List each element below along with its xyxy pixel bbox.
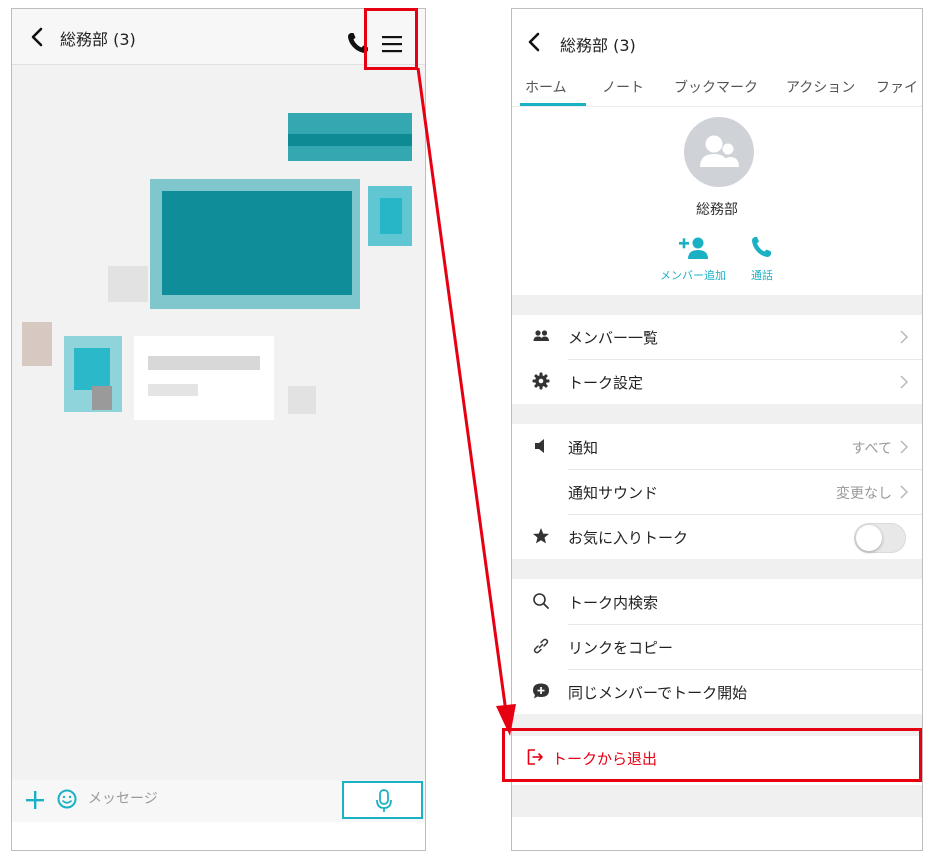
blurred-timestamp <box>108 266 148 302</box>
active-tab-indicator <box>520 103 586 106</box>
group-avatar-icon <box>700 135 739 167</box>
group-avatar <box>684 117 754 187</box>
search-icon <box>533 593 549 609</box>
talk-settings-label: トーク設定 <box>568 374 644 392</box>
chevron-right-icon <box>900 485 908 499</box>
blurred-avatar <box>22 322 52 366</box>
notification-sound-label: 通知サウンド <box>568 484 659 502</box>
blurred-message-bubble <box>288 134 412 146</box>
tab-bookmark[interactable]: ブックマーク <box>674 77 758 97</box>
copy-link-row[interactable]: リンクをコピー <box>512 625 922 669</box>
menu-title: 総務部 (3) <box>560 36 636 55</box>
tab-home[interactable]: ホーム <box>525 77 567 97</box>
chat-screen: 総務部 (3) <box>11 8 426 851</box>
member-list-label: メンバー一覧 <box>568 329 659 347</box>
chevron-right-icon <box>900 330 908 344</box>
blurred-message-bubble <box>134 336 274 420</box>
talk-settings-row[interactable]: トーク設定 <box>512 360 922 404</box>
phone-icon <box>752 237 771 257</box>
menu-tabs: ホーム ノート ブックマーク アクション ファイ <box>512 71 922 107</box>
section-separator <box>512 559 922 579</box>
chevron-right-icon <box>900 440 908 454</box>
tab-file[interactable]: ファイ <box>876 77 918 97</box>
bottom-spacer <box>12 822 425 850</box>
emoji-icon[interactable] <box>56 788 78 810</box>
blurred-avatar <box>74 348 110 390</box>
tab-note[interactable]: ノート <box>602 77 644 97</box>
section-separator <box>512 295 922 315</box>
blurred-avatar <box>380 198 402 234</box>
talk-menu-screen: 総務部 (3) ホーム ノート ブックマーク アクション ファイ 総務部 メンバ… <box>511 8 923 851</box>
chat-plus-icon <box>533 683 549 699</box>
start-talk-row[interactable]: 同じメンバーでトーク開始 <box>512 670 922 714</box>
bottom-spacer <box>512 785 922 817</box>
blurred-message-bubble <box>148 384 198 396</box>
call-label: 通話 <box>751 269 773 282</box>
message-input-bar <box>12 780 425 822</box>
microphone-icon <box>376 789 392 812</box>
notification-row[interactable]: 通知 すべて <box>512 425 922 469</box>
group-name: 総務部 <box>696 202 738 218</box>
gear-icon <box>532 372 550 390</box>
message-list <box>12 66 425 780</box>
search-in-talk-row[interactable]: トーク内検索 <box>512 580 922 624</box>
notification-label: 通知 <box>568 439 599 457</box>
back-icon[interactable] <box>524 30 544 54</box>
search-in-talk-label: トーク内検索 <box>568 594 659 612</box>
group-profile: 総務部 メンバー追加 通話 <box>512 107 922 295</box>
copy-link-label: リンクをコピー <box>568 639 674 657</box>
chat-title: 総務部 (3) <box>60 30 136 49</box>
message-input[interactable] <box>88 788 318 810</box>
blurred-timestamp <box>288 386 316 414</box>
menu-button-highlight <box>364 8 418 70</box>
notification-value: すべて <box>851 441 892 457</box>
start-talk-label: 同じメンバーでトーク開始 <box>568 684 748 702</box>
section-separator <box>512 404 922 424</box>
member-list-row[interactable]: メンバー一覧 <box>512 315 922 359</box>
blurred-message-bubble <box>148 356 260 370</box>
voice-input-button[interactable] <box>342 781 423 819</box>
blurred-message-bubble <box>162 191 352 295</box>
tab-action[interactable]: アクション <box>786 77 855 97</box>
chevron-right-icon <box>900 375 908 389</box>
favorite-talk-label: お気に入りトーク <box>568 529 689 547</box>
plus-icon[interactable] <box>24 786 46 814</box>
blurred-avatar <box>92 386 112 410</box>
notification-sound-row[interactable]: 通知サウンド 変更なし <box>512 470 922 514</box>
call-button[interactable]: 通話 <box>717 235 807 283</box>
favorite-talk-row: お気に入りトーク <box>512 515 922 559</box>
notification-sound-value: 変更なし <box>836 486 892 502</box>
back-icon[interactable] <box>26 23 50 51</box>
star-icon <box>533 528 549 544</box>
link-icon <box>533 638 549 654</box>
add-person-icon <box>679 237 708 259</box>
menu-header: 総務部 (3) <box>512 9 922 71</box>
members-icon <box>533 330 549 341</box>
favorite-talk-toggle[interactable] <box>854 523 906 553</box>
speaker-icon <box>535 439 544 453</box>
toggle-knob <box>856 525 882 551</box>
leave-talk-highlight <box>502 728 922 782</box>
